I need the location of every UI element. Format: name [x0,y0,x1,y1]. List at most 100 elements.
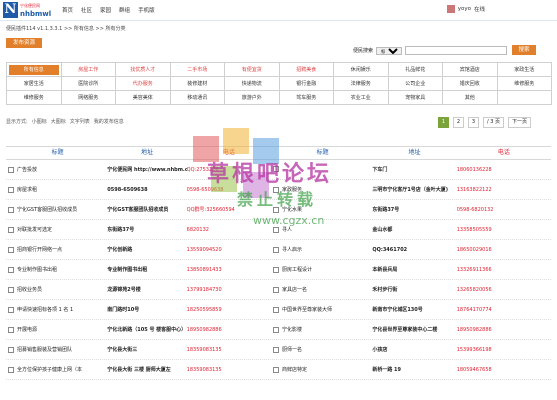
category-item[interactable]: 法律服务 [334,77,389,91]
view-my-posts[interactable]: 我的发布信息 [94,118,124,125]
category-item[interactable]: 农业工业 [334,91,389,105]
publish-button[interactable]: 发布资源 [6,38,42,48]
row-checkbox[interactable] [8,286,14,293]
category-item[interactable]: 家政生活 [497,63,552,77]
table-row[interactable]: 房屋求租 0598-6509638 0598-6509638 家政服务 三明市宁化客厅1… [6,180,551,200]
nav-home[interactable]: 首页 [62,6,73,14]
site-logo[interactable]: N 宁化便民网 nhbmwl [3,2,55,18]
nav-mobile[interactable]: 手机版 [138,6,155,14]
category-item[interactable]: 快递物流 [225,77,280,91]
row-checkbox[interactable] [8,306,14,313]
row-checkbox[interactable] [273,266,280,273]
category-item[interactable]: 驾车服务 [279,91,334,105]
category-item[interactable]: 装修建材 [170,77,225,91]
row-checkbox[interactable] [273,166,280,173]
cell-title-left[interactable]: 开展电源 [6,326,107,333]
row-checkbox[interactable] [273,246,280,253]
row-checkbox[interactable] [8,326,14,333]
cell-title-left[interactable]: 广告投放 [6,166,107,173]
cell-title-right[interactable] [271,166,372,173]
row-checkbox[interactable] [8,346,14,353]
cell-title-left[interactable]: 招收业务员 [6,286,107,293]
cell-title-left[interactable]: 专业制作图书出租 [6,266,107,273]
cell-title-left[interactable]: 房屋求租 [6,186,107,193]
row-checkbox[interactable] [8,366,14,373]
search-button[interactable]: 搜索 [512,45,536,55]
username[interactable]: yoyo [458,6,471,12]
cell-title-right[interactable]: 中国世界至尊家装大师 [271,306,372,313]
category-item[interactable]: 代办服务 [116,77,171,91]
category-item[interactable]: 宠物家具 [388,91,443,105]
cell-title-right[interactable]: 厨房工程设计 [271,266,372,273]
cell-title-left[interactable]: 申请快速招标各项 1 名 1 [6,306,107,313]
row-checkbox[interactable] [8,246,14,253]
category-item[interactable]: 公司企业 [388,77,443,91]
table-row[interactable]: 招募销售服装及营销团队 宁化县大街三 18359083135 厨师一名 小孩店 15399… [6,340,551,360]
view-small-icons[interactable]: 小图标 [32,118,47,125]
cell-title-left[interactable]: 对联批发可选定 [6,226,107,233]
category-item[interactable]: 房屋工作 [61,63,116,77]
row-checkbox[interactable] [8,166,14,173]
search-input[interactable] [405,46,508,55]
row-checkbox[interactable] [273,306,280,313]
category-item[interactable]: 二手市场 [170,63,225,77]
cell-title-right[interactable]: 家政服务 [271,186,372,193]
category-item[interactable]: 维修服务 [7,91,62,105]
table-row[interactable]: 专业制作图书出租 专业制作图书出租 13850891433 厨房工程设计 本新县兵局 13… [6,260,551,280]
table-row[interactable]: 对联批发可选定 东街路37号 6820132 寻人 金山水都 13358505559 [6,220,551,240]
category-item[interactable]: 移动通讯 [170,91,225,105]
cell-title-right[interactable]: 家具店一名 [271,286,372,293]
page-1[interactable]: 1 [438,117,449,128]
table-row[interactable]: 开展电源 宁化北新路（105 号 楼客服中心） 18950982886 宁化影楼 宁化县… [6,320,551,340]
cell-title-left[interactable]: 招募销售服装及营销团队 [6,346,107,353]
table-row[interactable]: 全方位保护孩子健康上网（本 宁化县大街 三楼 厨师大厦左 18359083135 商鲜… [6,360,551,380]
category-item[interactable]: 招聘美食 [279,63,334,77]
avatar[interactable] [446,5,455,13]
category-item[interactable]: 美容美体 [116,91,171,105]
user-status[interactable]: 在线 [474,5,485,13]
nav-community[interactable]: 社区 [81,6,92,14]
row-checkbox[interactable] [273,286,280,293]
row-checkbox[interactable] [273,346,280,353]
cell-title-right[interactable]: 厨师一名 [271,346,372,353]
category-item[interactable]: 旅游户外 [225,91,280,105]
row-checkbox[interactable] [8,266,14,273]
category-item[interactable]: 网络服务 [61,91,116,105]
row-checkbox[interactable] [273,226,280,233]
category-item[interactable]: 医院诊所 [61,77,116,91]
table-row[interactable]: 招商银行开网络一点 宁化创新路 13559094520 寻人启示 QQ:3461702 1… [6,240,551,260]
table-row[interactable]: 招收业务员 龙源锦苑2号楼 13799184730 家具店一名 禾村步行街 1326582… [6,280,551,300]
row-checkbox[interactable] [273,366,280,373]
row-checkbox[interactable] [273,186,280,193]
cell-title-left[interactable]: 宁化GST客服团队招收成员 [6,206,107,213]
category-item[interactable]: 银行金融 [279,77,334,91]
row-checkbox[interactable] [273,326,280,333]
nav-home-space[interactable]: 家园 [100,6,111,14]
row-checkbox[interactable] [8,226,14,233]
category-item[interactable]: 家居生活 [7,77,62,91]
row-checkbox[interactable] [273,206,280,213]
nav-groups[interactable]: 群组 [119,6,130,14]
page-3[interactable]: 3 [468,117,479,128]
view-large-icons[interactable]: 大图标 [51,118,66,125]
table-row[interactable]: 申请快速招标各项 1 名 1 南门路时10号 18250595859 中国世界至尊家装… [6,300,551,320]
cell-title-right[interactable]: 宁化水果 [271,206,372,213]
category-item[interactable]: 维修服务 [497,77,552,91]
cell-title-right[interactable]: 商鲜店特定 [271,366,372,373]
cell-title-left[interactable]: 全方位保护孩子健康上网（本 [6,366,107,373]
category-item[interactable]: 礼品鲜花 [388,63,443,77]
row-checkbox[interactable] [8,186,14,193]
category-item[interactable]: 休闲娱乐 [334,63,389,77]
table-row[interactable]: 宁化GST客服团队招收成员 宁化GST客服团队招收成员 QQ群号:325660594… [6,200,551,220]
category-item[interactable]: 所有信息 [7,63,62,77]
cell-title-right[interactable]: 寻人启示 [271,246,372,253]
search-field-select[interactable]: 标题 [376,46,403,55]
table-row[interactable]: 广告投放 宁化便民网 http://www.nhbm.cn QQ:2753226 下车… [6,160,551,180]
category-item[interactable]: 有便宜货 [225,63,280,77]
category-item[interactable]: 宾馆酒店 [443,63,498,77]
page-2[interactable]: 2 [453,117,464,128]
cell-title-left[interactable]: 招商银行开网络一点 [6,246,107,253]
next-page-button[interactable]: 下一页 [508,117,532,128]
category-item[interactable]: 找优质人才 [116,63,171,77]
row-checkbox[interactable] [8,206,14,213]
